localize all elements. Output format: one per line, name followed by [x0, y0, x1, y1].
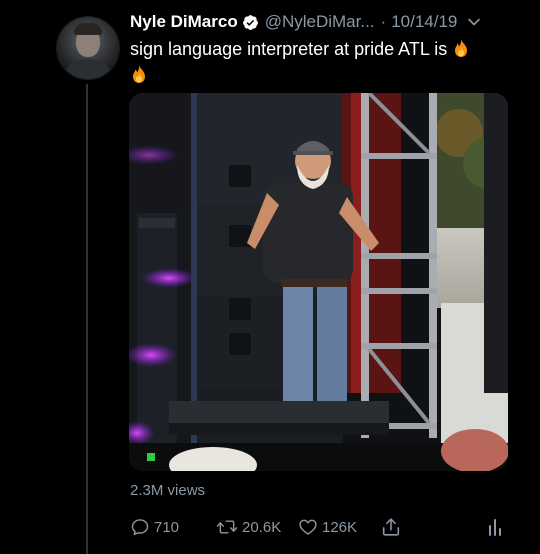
- retweet-button[interactable]: 20.6K: [216, 514, 281, 540]
- like-count: 126K: [322, 518, 358, 536]
- reply-count: 710: [154, 518, 180, 536]
- avatar-hair: [74, 23, 102, 35]
- view-count: 2.3M views: [130, 482, 206, 499]
- tweet-body: sign language interpreter at pride ATL i…: [130, 36, 510, 88]
- tweet-text: sign language interpreter at pride ATL i…: [130, 39, 448, 59]
- heart-icon: [299, 519, 317, 535]
- chevron-down-icon[interactable]: [467, 15, 481, 29]
- tweet-actions: 710 20.6K 126K: [130, 514, 510, 540]
- tweet-header: Nyle DiMarco @NyleDiMar... · 10/14/19: [130, 10, 481, 34]
- retweet-icon: [216, 520, 238, 534]
- verified-badge-icon: [242, 14, 259, 31]
- avatar-shoulders: [61, 59, 115, 79]
- avatar[interactable]: [56, 16, 120, 80]
- thread-connector-line: [86, 84, 88, 554]
- video-media[interactable]: [129, 93, 508, 471]
- reply-button[interactable]: 710: [130, 514, 179, 540]
- analytics-icon: [489, 519, 501, 536]
- author-name[interactable]: Nyle DiMarco: [130, 12, 238, 32]
- retweet-count: 20.6K: [242, 518, 282, 536]
- header-separator: ·: [380, 12, 387, 31]
- share-button[interactable]: [380, 514, 406, 540]
- tweet-date[interactable]: 10/14/19: [391, 12, 457, 32]
- like-button[interactable]: 126K: [298, 514, 357, 540]
- fire-emoji-icon: [130, 64, 148, 84]
- author-handle[interactable]: @NyleDiMar...: [265, 12, 375, 32]
- analytics-button[interactable]: [486, 514, 508, 540]
- video-frame: [129, 93, 508, 471]
- share-icon: [382, 518, 400, 536]
- fire-emoji-icon: [452, 38, 470, 58]
- reply-icon: [131, 519, 149, 536]
